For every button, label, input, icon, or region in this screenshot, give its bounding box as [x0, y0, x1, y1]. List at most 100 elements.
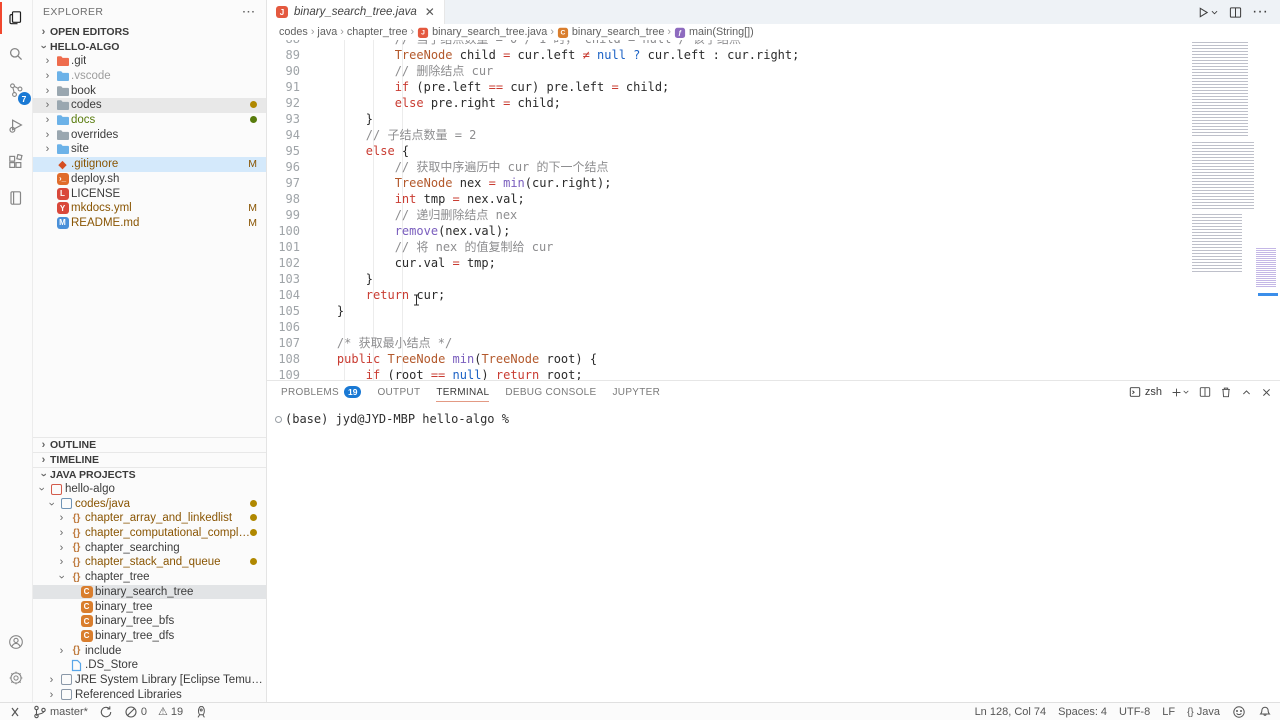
code-line: 108 public TreeNode min(TreeNode root) { [267, 351, 1280, 367]
explorer-item-license[interactable]: LLICENSE [33, 186, 266, 201]
explorer-item-codes[interactable]: ›codes [33, 98, 266, 113]
java-project-item-chapter-stack-and-queue[interactable]: ›{}chapter_stack_and_queue [33, 555, 266, 570]
java-project-item-codes-java[interactable]: ›codes/java [33, 496, 266, 511]
code-editor[interactable]: 88 // 当子结点数量 = 0 / 1 时， child = null / 该… [267, 40, 1280, 380]
maximize-panel-button[interactable] [1241, 387, 1252, 398]
explorer-item-book[interactable]: ›book [33, 83, 266, 98]
timeline-section[interactable]: ›TIMELINE [33, 452, 266, 467]
status-item-notifications[interactable] [1258, 705, 1272, 719]
git-modified-badge: M [248, 217, 266, 229]
breadcrumb-item[interactable]: java [317, 26, 337, 38]
panel-tab-debug-console[interactable]: DEBUG CONSOLE [505, 383, 596, 402]
java-project-item-referenced-libraries[interactable]: ›Referenced Libraries [33, 687, 266, 702]
package-icon: {} [68, 557, 85, 568]
close-icon[interactable]: ✕ [425, 5, 435, 19]
line-number: 97 [267, 175, 300, 191]
java-project-item-jre-system-library-eclipse-temurin-17-17-[interactable]: ›JRE System Library [Eclipse Temurin 17 … [33, 673, 266, 688]
root-folder-section[interactable]: ›HELLO-ALGO [33, 39, 266, 54]
panel-tab-problems[interactable]: PROBLEMS19 [281, 382, 361, 402]
outline-section[interactable]: ›OUTLINE [33, 437, 266, 452]
chevron-right-icon: › [55, 512, 68, 524]
panel-tab-jupyter[interactable]: JUPYTER [613, 383, 661, 402]
git-diamond-icon: ◆ [54, 158, 71, 171]
breadcrumb-item[interactable]: codes [279, 26, 308, 38]
java-project-item-binary-tree-dfs[interactable]: Cbinary_tree_dfs [33, 629, 266, 644]
explorer-item-docs[interactable]: ›docs [33, 113, 266, 128]
status-item-feedback[interactable] [1232, 705, 1246, 719]
account-button[interactable] [0, 624, 33, 660]
status-item-warnings[interactable]: ⚠19 [158, 706, 183, 718]
split-terminal-button[interactable] [1199, 386, 1211, 398]
bottom-panel: PROBLEMS19 OUTPUT TERMINAL DEBUG CONSOLE JUP… [267, 380, 1280, 702]
code-line: 99 // 递归删除结点 nex [267, 207, 1280, 223]
run-debug-view-icon[interactable] [0, 108, 33, 144]
status-item-cursor-position[interactable]: Ln 128, Col 74 [975, 706, 1047, 718]
breadcrumb-item[interactable]: ƒmain(String[]) [674, 26, 754, 39]
branch-icon [33, 705, 47, 719]
status-item-git-branch[interactable]: master* [33, 705, 88, 719]
explorer-item--gitignore[interactable]: ◆.gitignoreM [33, 157, 266, 172]
status-item-remote-indicator[interactable] [8, 705, 22, 719]
java-project-item-chapter-tree[interactable]: ›{}chapter_tree [33, 570, 266, 585]
java-project-item-chapter-searching[interactable]: ›{}chapter_searching [33, 540, 266, 555]
breadcrumb: codes›java›chapter_tree›Jbinary_search_t… [267, 24, 1280, 40]
explorer-item--vscode[interactable]: ›.vscode [33, 69, 266, 84]
explorer-item-site[interactable]: ›site [33, 142, 266, 157]
close-panel-button[interactable] [1261, 387, 1272, 398]
new-terminal-button[interactable] [1171, 387, 1190, 398]
breadcrumb-item[interactable]: Cbinary_search_tree [557, 26, 664, 39]
vscode-window: 7 EXPLORER ··· ›OPEN EDITORS ›HELLO-ALGO… [0, 0, 1280, 720]
line-number: 103 [267, 271, 300, 287]
explorer-view-icon[interactable] [0, 0, 33, 36]
breadcrumb-separator: › [410, 26, 414, 38]
java-project-item-binary-tree-bfs[interactable]: Cbinary_tree_bfs [33, 614, 266, 629]
line-number: 88 [267, 40, 300, 47]
breadcrumb-item[interactable]: Jbinary_search_tree.java [417, 26, 547, 39]
chevron-right-icon: › [41, 114, 54, 126]
panel-tab-terminal[interactable]: TERMINAL [436, 383, 489, 402]
status-item-eol[interactable]: LF [1162, 706, 1175, 718]
explorer-item-readme-md[interactable]: MREADME.mdM [33, 216, 266, 231]
run-button[interactable] [1197, 6, 1219, 19]
split-editor-button[interactable] [1229, 6, 1242, 19]
panel-tab-output[interactable]: OUTPUT [377, 383, 420, 402]
breadcrumb-separator: › [311, 26, 315, 38]
code-line: 109 if (root == null) return root; [267, 367, 1280, 380]
java-project-item-hello-algo[interactable]: ›hello-algo [33, 482, 266, 497]
line-number: 92 [267, 95, 300, 111]
java-project-item-chapter-array-and-linkedlist[interactable]: ›{}chapter_array_and_linkedlist [33, 511, 266, 526]
java-project-item-include[interactable]: ›{}include [33, 643, 266, 658]
open-editors-section[interactable]: ›OPEN EDITORS [33, 24, 266, 39]
kill-terminal-button[interactable] [1220, 386, 1232, 398]
chevron-right-icon: › [55, 556, 68, 568]
status-item-language-mode[interactable]: {}Java [1187, 706, 1220, 718]
tab-binary-search-tree[interactable]: J binary_search_tree.java ✕ [267, 0, 445, 24]
java-project-item-binary-tree[interactable]: Cbinary_tree [33, 599, 266, 614]
explorer-item--git[interactable]: ›.git [33, 54, 266, 69]
status-item-errors[interactable]: 0 [124, 705, 147, 719]
more-actions-button[interactable]: ··· [1252, 3, 1268, 21]
search-view-icon[interactable] [0, 36, 33, 72]
breadcrumb-item[interactable]: chapter_tree [347, 26, 408, 38]
java-project-item-binary-search-tree[interactable]: Cbinary_search_tree [33, 585, 266, 600]
java-project-item-chapter-computational-complexity[interactable]: ›{}chapter_computational_complexity [33, 526, 266, 541]
terminal[interactable]: (base) jyd@JYD-MBP hello-algo % [267, 403, 1280, 702]
explorer-item-overrides[interactable]: ›overrides [33, 127, 266, 142]
text-cursor-icon [413, 294, 420, 306]
settings-button[interactable] [0, 660, 33, 696]
extensions-view-icon[interactable] [0, 144, 33, 180]
source-control-view-icon[interactable]: 7 [0, 72, 33, 108]
explorer-item-mkdocs-yml[interactable]: Ymkdocs.ymlM [33, 201, 266, 216]
code-line: 93 } [267, 111, 1280, 127]
status-item-encoding[interactable]: UTF-8 [1119, 706, 1150, 718]
notebook-view-icon[interactable] [0, 180, 33, 216]
terminal-shell-selector[interactable]: zsh [1129, 386, 1162, 398]
status-item-java-status[interactable] [194, 705, 208, 719]
java-projects-section[interactable]: ›JAVA PROJECTS [33, 467, 266, 482]
explorer-item-deploy-sh[interactable]: ›_deploy.sh [33, 172, 266, 187]
status-item-sync[interactable] [99, 705, 113, 719]
java-project-item--ds-store[interactable]: .DS_Store [33, 658, 266, 673]
explorer-more-actions-button[interactable]: ··· [243, 6, 257, 18]
panel-header: PROBLEMS19 OUTPUT TERMINAL DEBUG CONSOLE JUP… [267, 381, 1280, 403]
status-item-indentation[interactable]: Spaces: 4 [1058, 706, 1107, 718]
